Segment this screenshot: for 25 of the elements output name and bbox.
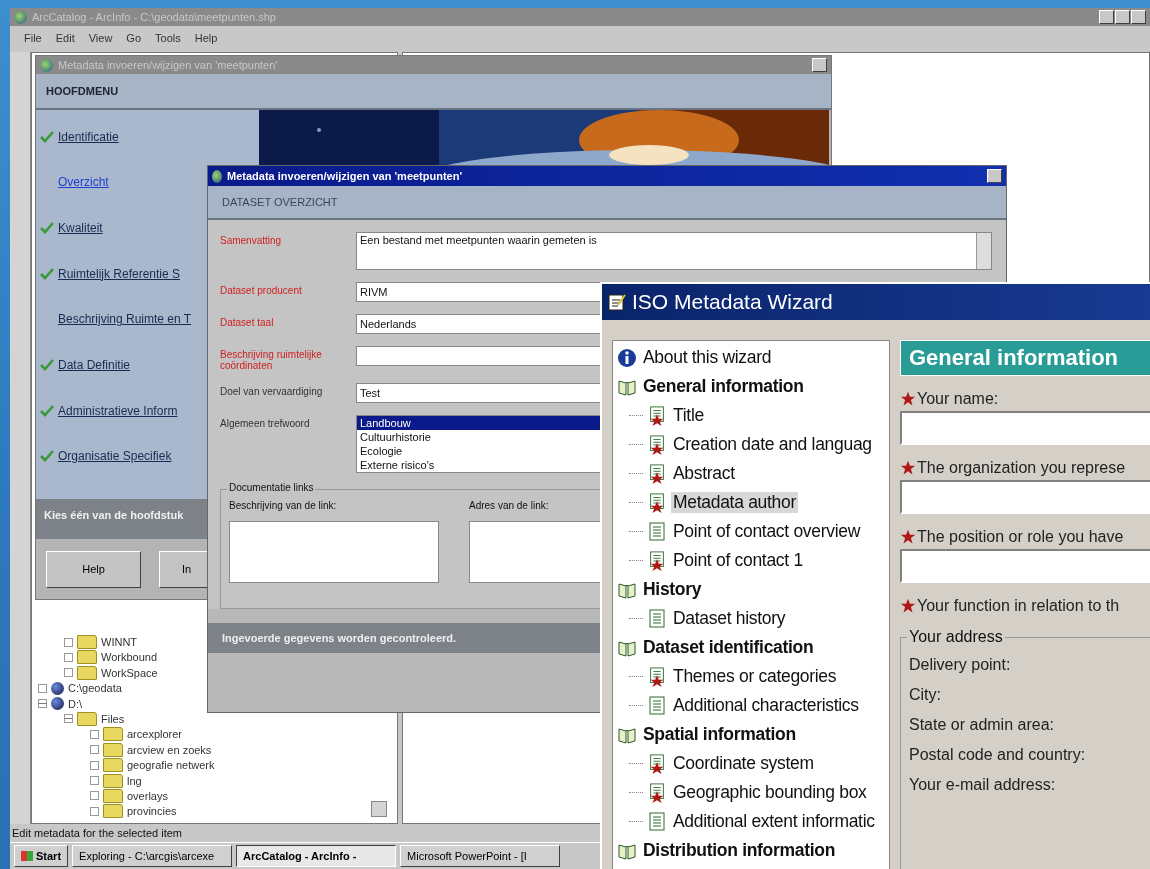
field-label: Your name: — [917, 390, 999, 408]
group-title: Documentatie links — [227, 482, 316, 493]
field-label: Postal code and country: — [909, 746, 1087, 764]
field-label: Samenvatting — [220, 234, 283, 246]
field-label: Dataset taal — [220, 316, 275, 328]
section-heading: DATASET OVERZICHT — [208, 186, 1006, 220]
field-label: The organization you represe — [917, 459, 1126, 477]
field-label: Beschrijving van de link: — [229, 500, 338, 511]
window-title: Metadata invoeren/wijzigen van 'meetpunten' — [58, 59, 279, 71]
field-label: Adres van de link: — [469, 500, 550, 511]
field-label: State or admin area: — [909, 716, 1055, 734]
field-label: City: — [909, 686, 942, 704]
section-heading: HOOFDMENU — [36, 74, 831, 110]
field-label: Dataset producent — [220, 284, 303, 296]
page-heading: General information — [900, 340, 1150, 376]
window-title: ISO Metadata Wizard — [632, 290, 833, 314]
field-label: Beschrijving ruimtelijke coördinaten — [220, 348, 323, 371]
window-title: ArcCatalog - ArcInfo - C:\geodata\meetpunten.shp — [32, 11, 277, 23]
field-label: Your e-mail address: — [909, 776, 1057, 794]
field-label: Your function in relation to th — [917, 597, 1120, 615]
field-label: Algemeen trefwoord — [220, 417, 311, 429]
window-title: Metadata invoeren/wijzigen van 'meetpunten' — [227, 170, 464, 182]
field-label: The position or role you have — [917, 528, 1124, 546]
field-label: Delivery point: — [909, 656, 1012, 674]
field-label: Doel van vervaardiging — [220, 385, 324, 397]
